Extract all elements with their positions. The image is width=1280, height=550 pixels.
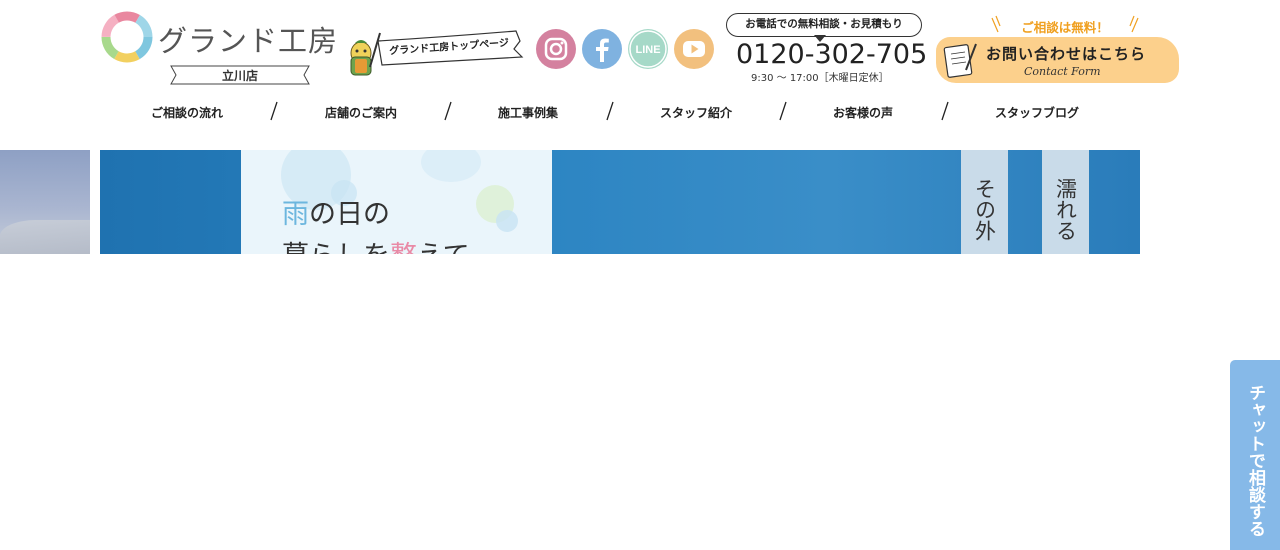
top-page-link[interactable]: グランド工房トップページ <box>344 27 526 81</box>
phone-number[interactable]: 0120-302-705 <box>736 39 927 70</box>
nav-separator <box>606 101 614 121</box>
heading-accent-2: 整 <box>390 241 417 254</box>
chat-button-label: チャットで相談する <box>1245 384 1265 537</box>
free-consultation-label: ご相談は無料！ <box>990 14 1140 36</box>
vertical-text-2: 濡れる <box>1042 178 1089 249</box>
logo-mark-icon <box>101 11 153 63</box>
nav-item-staff-blog[interactable]: スタッフブログ <box>995 104 1079 121</box>
line-link[interactable]: LINE <box>628 29 668 69</box>
hero-heading-line2: 暮らしを整えて <box>282 236 470 254</box>
vertical-caption-1: その外 <box>961 150 1008 254</box>
heading-text-2b: えて <box>417 241 470 254</box>
hero-heading: 雨の日の 暮らしを整えて <box>282 194 470 254</box>
cloud-shape <box>0 220 90 254</box>
instagram-icon <box>544 37 568 61</box>
branch-name: 立川店 <box>221 69 258 83</box>
heading-text-2a: 暮らしを <box>282 241 390 254</box>
youtube-link[interactable] <box>674 29 714 69</box>
bubble-decoration <box>421 150 481 182</box>
heading-accent-1: 雨 <box>282 199 309 230</box>
instagram-link[interactable] <box>536 29 576 69</box>
svg-text:LINE: LINE <box>635 44 660 56</box>
contact-form-button[interactable]: お問い合わせはこちら Contact Form <box>936 37 1179 83</box>
phone-contact: お電話での無料相談・お見積もり 0120-302-705 9:30 〜 17:0… <box>726 13 927 87</box>
nav-item-store-info[interactable]: 店舗のご案内 <box>325 104 397 121</box>
nav-separator <box>270 101 278 121</box>
notepad-pen-icon <box>943 43 977 78</box>
contact-button-sub: Contact Form <box>1024 65 1101 78</box>
site-logo[interactable]: グランド工房 立川店 <box>100 8 337 90</box>
site-header: グランド工房 立川店 グランド工房トップページ LINE お電話での無料相談・お… <box>0 0 1280 150</box>
youtube-icon <box>683 41 705 57</box>
hero-banner: 雨の日の 暮らしを整えて その外 濡れる <box>0 150 1140 254</box>
hero-slide[interactable]: 雨の日の 暮らしを整えて その外 濡れる <box>100 150 1140 254</box>
vertical-text-1-content: その外 <box>972 178 997 241</box>
vertical-text-1: その外 <box>961 178 1008 249</box>
global-nav: ご相談の流れ 店舗のご案内 施工事例集 スタッフ紹介 お客様の声 スタッフブログ <box>110 100 1170 126</box>
brand-name: グランド工房 <box>158 24 339 58</box>
line-icon: LINE <box>629 30 667 68</box>
nav-item-staff[interactable]: スタッフ紹介 <box>660 104 732 121</box>
nav-separator <box>941 101 949 121</box>
hero-heading-line1: 雨の日の <box>282 194 470 236</box>
nav-separator <box>779 101 787 121</box>
contact-button-label: お問い合わせはこちら <box>986 45 1147 63</box>
facebook-icon <box>596 38 609 62</box>
vertical-text-2-content: 濡れる <box>1053 178 1078 241</box>
nav-separator <box>444 101 452 121</box>
hero-text-panel: 雨の日の 暮らしを整えて <box>241 150 552 254</box>
heading-text-1: の日の <box>309 199 390 230</box>
business-hours: 9:30 〜 17:00［木曜日定休］ <box>751 73 889 84</box>
phone-caption: お電話での無料相談・お見積もり <box>745 18 903 30</box>
chat-consult-button[interactable]: チャットで相談する <box>1230 360 1280 550</box>
phone-caption-bubble: お電話での無料相談・お見積もり <box>726 13 922 37</box>
free-label-text: ご相談は無料！ <box>1021 20 1109 35</box>
nav-item-testimonials[interactable]: お客様の声 <box>833 104 893 121</box>
branch-label: 立川店 <box>170 65 310 85</box>
bubble-decoration <box>496 210 518 232</box>
nav-item-consultation-flow[interactable]: ご相談の流れ <box>151 104 223 121</box>
vertical-caption-2: 濡れる <box>1042 150 1089 254</box>
facebook-link[interactable] <box>582 29 622 69</box>
hero-prev-slide[interactable] <box>0 150 90 254</box>
nav-item-case-studies[interactable]: 施工事例集 <box>498 104 558 121</box>
